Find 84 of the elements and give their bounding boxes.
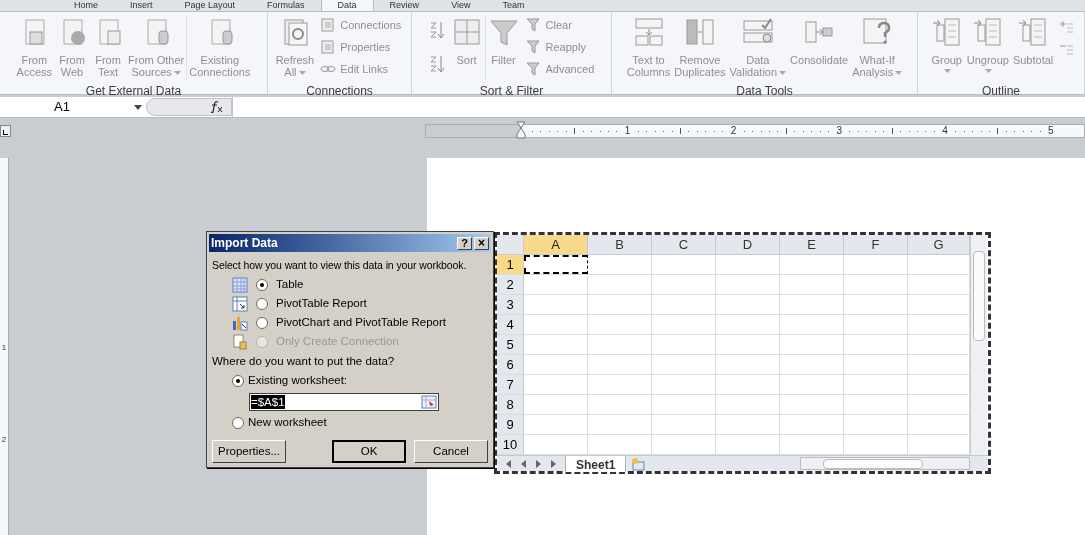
minus-icon [1059,42,1074,58]
column-header[interactable]: C [652,235,716,254]
row-header[interactable]: 9 [497,415,524,434]
ruler-number: 3 [836,126,842,136]
table-icon [232,276,248,293]
radio-button[interactable] [256,297,268,310]
caret-icon [944,69,952,73]
row-header[interactable]: 8 [497,395,524,414]
row-header[interactable]: 1 [497,255,524,274]
funnel-icon [525,17,542,33]
row-header[interactable]: 10 [497,435,524,454]
pivot-table-icon [232,295,248,312]
new-sheet-icon[interactable] [630,456,647,471]
ribbon-tab[interactable]: Page Layout [168,0,252,11]
plus-icon [1059,20,1074,36]
horizontal-scrollbar[interactable] [800,457,970,470]
funnel-icon [525,61,542,77]
ribbon-tab[interactable]: Insert [114,0,169,11]
radio-label[interactable]: New worksheet [248,414,327,432]
sheet-tab[interactable]: Sheet1 [565,455,627,472]
column-header[interactable]: B [588,235,652,254]
collapse-dialog-icon[interactable] [421,395,437,409]
embedded-worksheet[interactable]: A B C D E F G 1 2 3 4 5 6 7 8 9 10 Sheet1 [494,232,991,474]
ribbon-tab[interactable]: Home [58,0,114,11]
dialog-button[interactable]: Properties... [212,440,286,463]
caret-icon [298,71,306,76]
pivot-chart-icon [232,314,248,331]
ruler-number: 2 [1,436,7,444]
caret-icon [779,71,787,76]
funnel-icon [525,39,542,55]
row-header[interactable]: 2 [497,275,524,294]
group-label: Outline [981,84,1021,99]
tab-selector[interactable] [0,125,11,137]
location-prompt: Where do you want to put the data? [212,353,396,369]
radio-button[interactable] [256,316,268,329]
vertical-scrollbar[interactable] [971,235,987,455]
radio-label[interactable]: PivotChart and PivotTable Report [276,314,447,332]
group-label: Connections [305,84,374,99]
close-button[interactable]: × [474,236,489,250]
help-button[interactable]: ? [457,236,472,250]
ruler-number: 1 [1,344,7,352]
column-header[interactable]: A [524,235,588,254]
ruler-number: 2 [730,126,737,136]
radio-label[interactable]: PivotTable Report [276,295,367,313]
view-prompt: Select how you want to view this data in your workbook. [212,258,467,273]
ribbon-tab[interactable]: Data [320,0,374,11]
sort-ascending-icon [428,20,445,40]
indent-marker-icon[interactable] [516,121,526,139]
ruler-number: 1 [624,126,631,136]
dialog-button[interactable]: OK [332,440,406,463]
ruler-number: 4 [942,126,948,136]
row-header[interactable]: 4 [497,315,524,334]
radio-button[interactable] [232,375,244,387]
radio-button[interactable] [232,417,244,429]
ribbon-tab[interactable]: View [435,0,487,11]
radio-label[interactable]: Table [276,276,304,294]
column-header[interactable]: E [780,235,844,254]
ruler-number: 5 [1048,126,1054,136]
ribbon-tab[interactable]: Team [486,0,541,11]
caret-icon [895,71,903,76]
caret-icon [985,69,993,73]
function-icon[interactable] [209,101,223,113]
dialog-title: Import Data [211,235,279,252]
name-box[interactable]: A1 [0,97,146,117]
group-label: Sort & Filter [478,84,545,99]
sort-descending-icon [428,54,445,74]
group-label: Data Tools [735,84,794,99]
column-header[interactable]: G [908,235,970,254]
column-header[interactable]: D [716,235,780,254]
dropdown-arrow-icon [134,104,142,110]
row-header[interactable]: 7 [497,375,524,394]
range-input[interactable]: =$A$1 [249,393,439,411]
ribbon-tab[interactable]: Review [373,0,436,11]
row-header[interactable]: 5 [497,335,524,354]
caret-icon [173,71,181,76]
row-header[interactable]: 3 [497,295,524,314]
radio-label[interactable]: Existing worksheet: [248,372,348,390]
column-header[interactable]: F [844,235,908,254]
group-label: Get External Data [84,84,183,99]
ribbon-tab[interactable]: Formulas [251,0,321,11]
dialog-button[interactable]: Cancel [414,440,488,463]
cell[interactable] [524,255,588,274]
radio-button[interactable] [256,278,268,291]
row-header[interactable]: 6 [497,355,524,374]
